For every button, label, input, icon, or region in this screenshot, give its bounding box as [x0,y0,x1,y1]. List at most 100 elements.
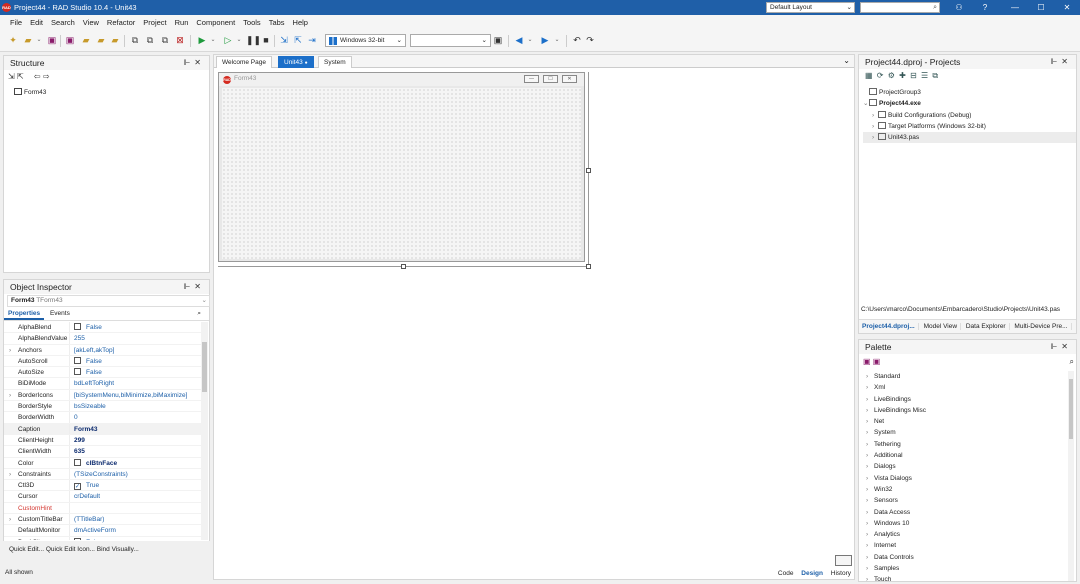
forward-icon[interactable]: ⇨ [43,72,50,81]
user-account-icon[interactable]: ⚇ [946,0,972,15]
save-all-icon[interactable]: ▣ [65,35,75,45]
property-row[interactable]: BiDiMode bdLeftToRight [4,378,201,390]
back-icon[interactable]: ⇦ [34,72,41,81]
palette-filter-icon[interactable]: ▣ [863,357,871,366]
menu-project[interactable]: Project [139,15,170,30]
property-value[interactable]: [biSystemMenu,biMinimize,biMaximize] [69,389,201,401]
property-value[interactable]: [akLeft,akTop] [69,344,201,355]
tree-item-form43[interactable]: Form43 [14,88,46,96]
quick-edit-links[interactable]: Quick Edit... Quick Edit Icon... Bind Vi… [9,546,139,553]
device-icon[interactable]: ▣ [493,35,503,45]
inspector-scrollbar[interactable] [201,322,208,540]
property-value[interactable]: crDefault [69,491,201,502]
stop-icon[interactable]: ■ [261,35,271,45]
expand-icon[interactable]: › [9,469,11,479]
remove-icon[interactable]: ⊟ [910,71,918,80]
property-row[interactable]: AlphaBlend False [4,322,201,334]
open-icon[interactable]: ▰ [23,35,33,45]
designed-form[interactable]: RAD Form43 — ☐ ✕ [218,72,585,262]
toggle-form-unit-icon[interactable]: ⧉ [130,35,140,45]
new-icon[interactable]: ✦ [8,35,18,45]
property-value[interactable]: dmActiveForm [69,525,201,536]
resize-handle-corner[interactable] [586,264,591,269]
tab-projects[interactable]: Project44.dproj... [859,323,919,330]
property-row[interactable]: › Constraints (TSizeConstraints) [4,468,201,481]
palette-category[interactable]: Internet [863,540,1066,551]
project-tree-item[interactable]: › Unit43.pas [863,132,1076,144]
palette-category[interactable]: Dialogs [863,461,1066,472]
tab-properties[interactable]: Properties [4,309,45,320]
expand-icon[interactable]: › [9,390,11,400]
menu-run[interactable]: Run [171,15,193,30]
tab-unit43[interactable]: Unit43 ● [278,56,314,68]
forward-icon[interactable]: ▶ [540,35,550,45]
property-value[interactable]: 255 [69,333,201,344]
resize-handle-right[interactable] [586,168,591,173]
panel-buttons[interactable]: ⊩✕ [183,56,205,70]
property-value[interactable]: bsSizeable [69,401,201,412]
run-to-cursor-icon[interactable]: ⇥ [307,35,317,45]
project-options-icon[interactable]: ▦ [865,71,874,80]
project-tree-item[interactable]: › Target Platforms (Windows 32-bit) [863,121,1076,132]
project-tree-item[interactable]: ProjectGroup3 [863,87,1076,98]
redo-icon[interactable]: ↷ [585,35,595,45]
selected-object-combo[interactable]: Form43 TForm43 ⌄ [7,295,210,307]
open-project-icon[interactable]: ▰ [81,35,91,45]
step-over-icon[interactable]: ⇲ [279,35,289,45]
chevron-down-icon[interactable]: ⌄ [34,35,44,45]
panel-buttons[interactable]: ⊩✕ [183,280,205,294]
project-tree-item[interactable]: ⌄ Project44.exe [863,98,1076,109]
palette-category[interactable]: Touch [863,574,1066,584]
menu-tabs[interactable]: Tabs [265,15,289,30]
trace-into-icon[interactable]: ⇱ [293,35,303,45]
expand-icon[interactable]: › [9,345,11,355]
minimize-button[interactable]: — [1002,0,1028,15]
new-item-icon[interactable]: ✚ [899,71,907,80]
property-value[interactable]: 635 [69,446,201,457]
menu-help[interactable]: Help [289,15,312,30]
resize-handle-bottom[interactable] [401,264,406,269]
palette-category[interactable]: Samples [863,563,1066,574]
checkbox[interactable] [74,483,81,491]
property-row[interactable]: › CustomTitleBar (TTitleBar) [4,514,201,526]
tab-welcome-page[interactable]: Welcome Page [216,56,272,68]
collapse-all-icon[interactable]: ⇱ [17,72,24,81]
checkbox[interactable] [74,323,81,330]
property-row[interactable]: Color clBtnFace [4,457,201,469]
palette-category[interactable]: Xml [863,382,1066,393]
menu-component[interactable]: Component [192,15,239,30]
palette-category[interactable]: Data Controls [863,552,1066,563]
chevron-down-icon[interactable]: ⌄ [843,56,850,66]
property-row[interactable]: BorderStyle bsSizeable [4,401,201,413]
property-row[interactable]: DockSite False [4,536,201,540]
close-button[interactable]: ✕ [1054,0,1080,15]
palette-category[interactable]: Tethering [863,439,1066,450]
form-design-grid[interactable] [222,88,581,259]
palette-category[interactable]: LiveBindings Misc [863,405,1066,416]
ide-search-input[interactable]: ⌕ [860,2,940,13]
add-to-project-icon[interactable]: ▰ [96,35,106,45]
property-value[interactable] [69,502,201,514]
menu-refactor[interactable]: Refactor [103,15,139,30]
undo-icon[interactable]: ↶ [572,35,582,45]
expand-icon[interactable]: › [9,514,11,524]
property-value[interactable]: False [69,536,201,540]
menu-tools[interactable]: Tools [239,15,265,30]
palette-category[interactable]: System [863,427,1066,438]
property-row[interactable]: ClientHeight 299 [4,434,201,447]
checkbox[interactable] [74,537,81,540]
project-tree-item[interactable]: › Build Configurations (Debug) [863,110,1076,121]
palette-category[interactable]: Win32 [863,484,1066,495]
menu-view[interactable]: View [79,15,103,30]
tab-design[interactable]: Design [801,570,823,577]
property-row[interactable]: Caption Form43 [4,423,201,435]
property-row[interactable]: AlphaBlendValue 255 [4,333,201,345]
palette-category[interactable]: Data Access [863,507,1066,518]
scroll-thumb[interactable] [1069,379,1073,439]
build-config-combo[interactable]: ⌄ [410,34,491,47]
tab-events[interactable]: Events [46,309,74,318]
checkbox[interactable] [74,458,81,466]
layout-combo[interactable]: Default Layout ⌄ [766,2,855,13]
property-value[interactable]: False [69,355,201,367]
chevron-down-icon[interactable]: ⌄ [525,35,535,45]
